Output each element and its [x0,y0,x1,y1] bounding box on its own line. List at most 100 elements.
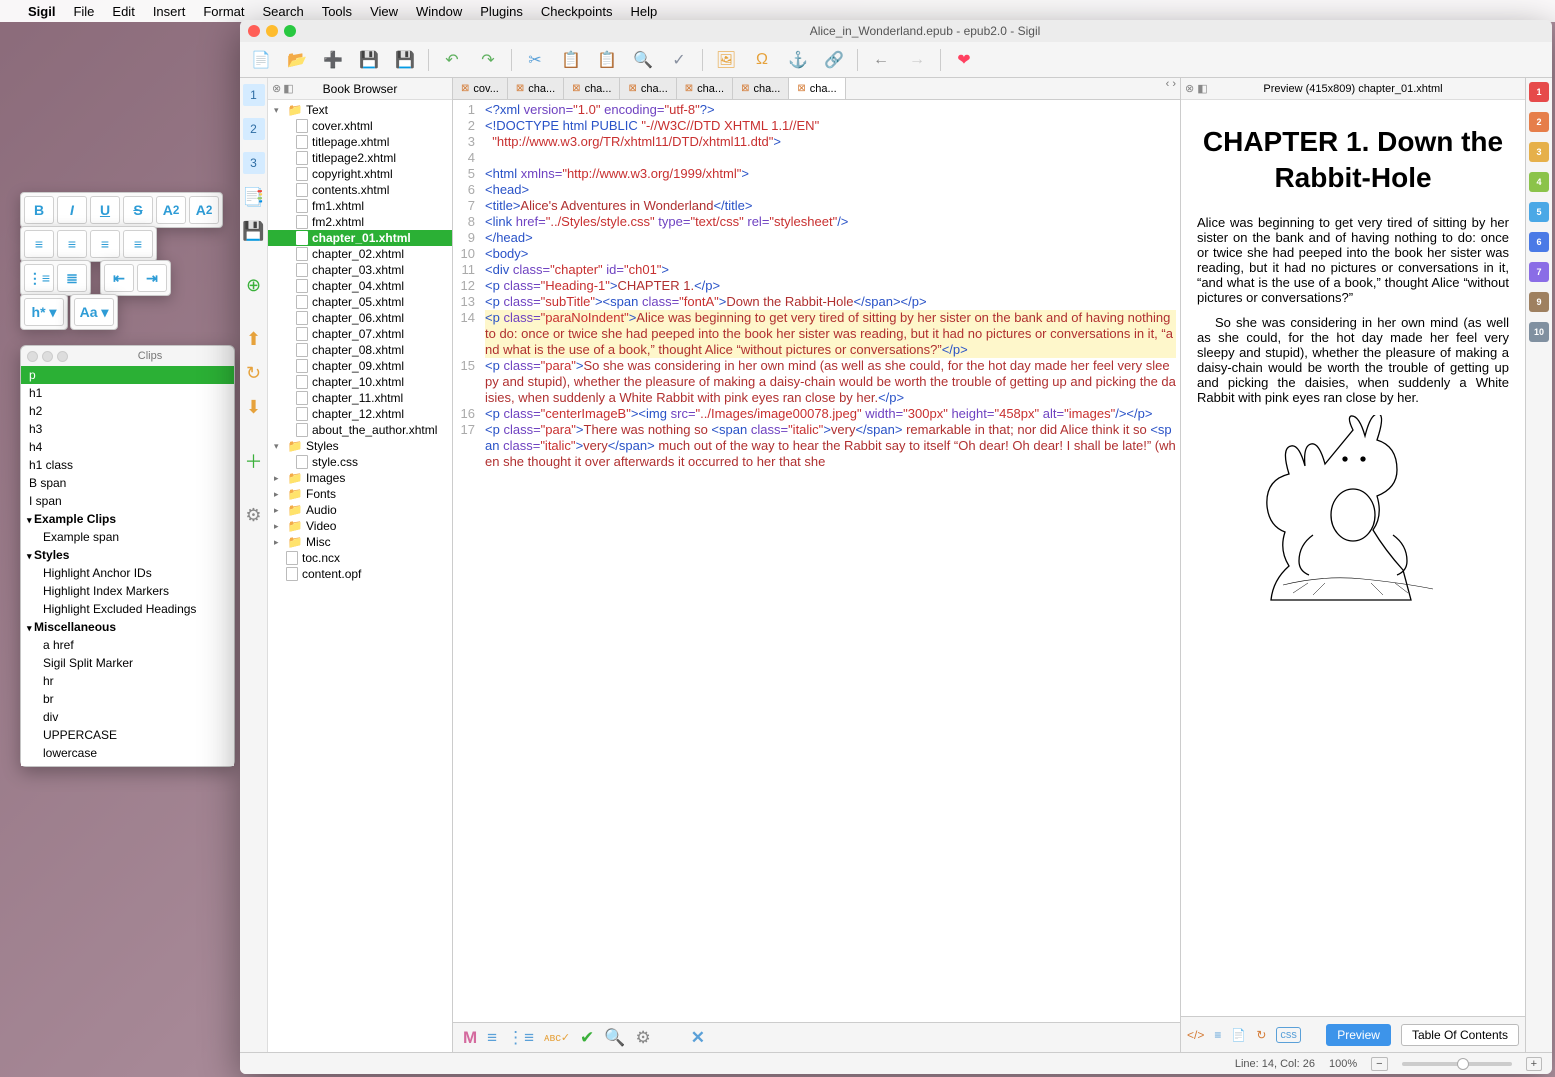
clips-group[interactable]: Styles [21,546,234,564]
bb-file[interactable]: style.css [268,454,452,470]
reload-icon[interactable]: ↻ [1256,1028,1266,1042]
m-icon[interactable]: M [463,1028,477,1048]
bb-folder[interactable]: ▸📁Misc [268,534,452,550]
clips-item[interactable]: hr [21,672,234,690]
toc-tab[interactable]: Table Of Contents [1401,1024,1519,1046]
window-close-icon[interactable] [248,25,260,37]
bb-file[interactable]: chapter_12.xhtml [268,406,452,422]
new-button[interactable]: 📄 [248,47,274,73]
undo-button[interactable]: ↶ [439,47,465,73]
pv-undock-icon[interactable]: ◧ [1197,83,1207,95]
disk-icon[interactable]: 💾 [243,220,265,242]
insert-special-button[interactable]: Ω [749,47,775,73]
refresh-icon[interactable]: ↻ [243,362,265,384]
back-button[interactable]: ← [868,47,894,73]
clips-item[interactable]: Sigil Split Marker [21,654,234,672]
menu-plugins[interactable]: Plugins [480,4,523,19]
bb-file[interactable]: chapter_06.xhtml [268,310,452,326]
plugin-9-icon[interactable]: 9 [1529,292,1549,312]
x-icon[interactable]: ✕ [691,1028,705,1048]
menu-tools[interactable]: Tools [322,4,352,19]
underline-button[interactable]: U [90,196,120,224]
clips-item[interactable]: h1 class [21,456,234,474]
menu-format[interactable]: Format [203,4,244,19]
zoom-slider[interactable] [1402,1062,1512,1066]
heading2-icon[interactable]: 2 [243,118,265,140]
clips-group[interactable]: Example Clips [21,510,234,528]
clips-item[interactable]: h3 [21,420,234,438]
bb-file[interactable]: chapter_01.xhtml [268,230,452,246]
superscript-button[interactable]: A2 [189,196,219,224]
plus-icon[interactable]: ＋ [243,450,265,472]
clips-group[interactable]: Miscellaneous [21,618,234,636]
clips-item[interactable]: Highlight Excluded Headings [21,600,234,618]
bb-file[interactable]: fm1.xhtml [268,198,452,214]
clips-item[interactable]: br [21,690,234,708]
down-icon[interactable]: ⬇ [243,396,265,418]
pv-close-icon[interactable]: ⊗ [1185,83,1194,95]
number-list-button[interactable]: ≣ [57,264,87,292]
plugin-1-icon[interactable]: 1 [1529,82,1549,102]
spellcheck-button[interactable]: ✓ [666,47,692,73]
search-button[interactable]: 🔍 [630,47,656,73]
bb-file[interactable]: chapter_02.xhtml [268,246,452,262]
bb-file[interactable]: fm2.xhtml [268,214,452,230]
editor-tab[interactable]: ⊠cov... [453,78,508,99]
css-icon[interactable]: css [1276,1027,1301,1043]
bb-file[interactable]: copyright.xhtml [268,166,452,182]
editor-tab[interactable]: ⊠cha... [789,78,845,99]
align-left-button[interactable]: ≡ [24,230,54,258]
align-right-button[interactable]: ≡ [90,230,120,258]
redo-button[interactable]: ↷ [475,47,501,73]
bb-file[interactable]: chapter_09.xhtml [268,358,452,374]
bb-file[interactable]: chapter_03.xhtml [268,262,452,278]
copy-button[interactable]: 📋 [558,47,584,73]
bb-file[interactable]: chapter_05.xhtml [268,294,452,310]
insert-image-button[interactable]: 🖼 [713,47,739,73]
code-area[interactable]: 1234567891011121314151617 <?xml version=… [453,100,1180,1022]
clips-item[interactable]: div [21,708,234,726]
clips-item[interactable]: p [21,366,234,384]
preview-tab[interactable]: Preview [1326,1024,1391,1046]
bb-file[interactable]: chapter_11.xhtml [268,390,452,406]
align-center-button[interactable]: ≡ [57,230,87,258]
menu-checkpoints[interactable]: Checkpoints [541,4,613,19]
menu-insert[interactable]: Insert [153,4,186,19]
menu-window[interactable]: Window [416,4,462,19]
editor-tab[interactable]: ⊠cha... [733,78,789,99]
bullet-list-button[interactable]: ⋮≡ [24,264,54,292]
clips-item[interactable]: Titlecase [21,762,234,766]
bb-folder[interactable]: ▾📁Styles [268,438,452,454]
toc-icon[interactable]: ≡ [487,1028,497,1048]
save-as-button[interactable]: 💾 [392,47,418,73]
clips-item[interactable]: B span [21,474,234,492]
up-icon[interactable]: ⬆ [243,328,265,350]
clips-item[interactable]: a href [21,636,234,654]
plugin-7-icon[interactable]: 7 [1529,262,1549,282]
bb-file[interactable]: chapter_07.xhtml [268,326,452,342]
clips-item[interactable]: Example span [21,528,234,546]
code-view-icon[interactable]: </> [1187,1028,1204,1042]
anchor-button[interactable]: ⚓ [785,47,811,73]
menu-help[interactable]: Help [630,4,657,19]
forward-button[interactable]: → [904,47,930,73]
settings-icon[interactable]: ⚙ [243,504,265,526]
bookmark-icon[interactable]: 📑 [243,186,265,208]
bb-file[interactable]: cover.xhtml [268,118,452,134]
clips-close-icon[interactable] [27,351,38,362]
bb-file[interactable]: chapter_08.xhtml [268,342,452,358]
tab-nav[interactable]: ‹ › [1162,78,1180,99]
add-icon[interactable]: ⊕ [243,274,265,296]
menu-search[interactable]: Search [263,4,304,19]
bb-file[interactable]: chapter_04.xhtml [268,278,452,294]
bb-file[interactable]: chapter_10.xhtml [268,374,452,390]
bb-folder[interactable]: ▸📁Audio [268,502,452,518]
clips-item[interactable]: h4 [21,438,234,456]
bb-folder[interactable]: ▸📁Images [268,470,452,486]
paste-button[interactable]: 📋 [594,47,620,73]
gear-bottom-icon[interactable]: ⚙ [635,1028,650,1048]
italic-button[interactable]: I [57,196,87,224]
plugin-10-icon[interactable]: 10 [1529,322,1549,342]
open-button[interactable]: 📂 [284,47,310,73]
case-button[interactable]: Aa ▾ [74,298,114,326]
